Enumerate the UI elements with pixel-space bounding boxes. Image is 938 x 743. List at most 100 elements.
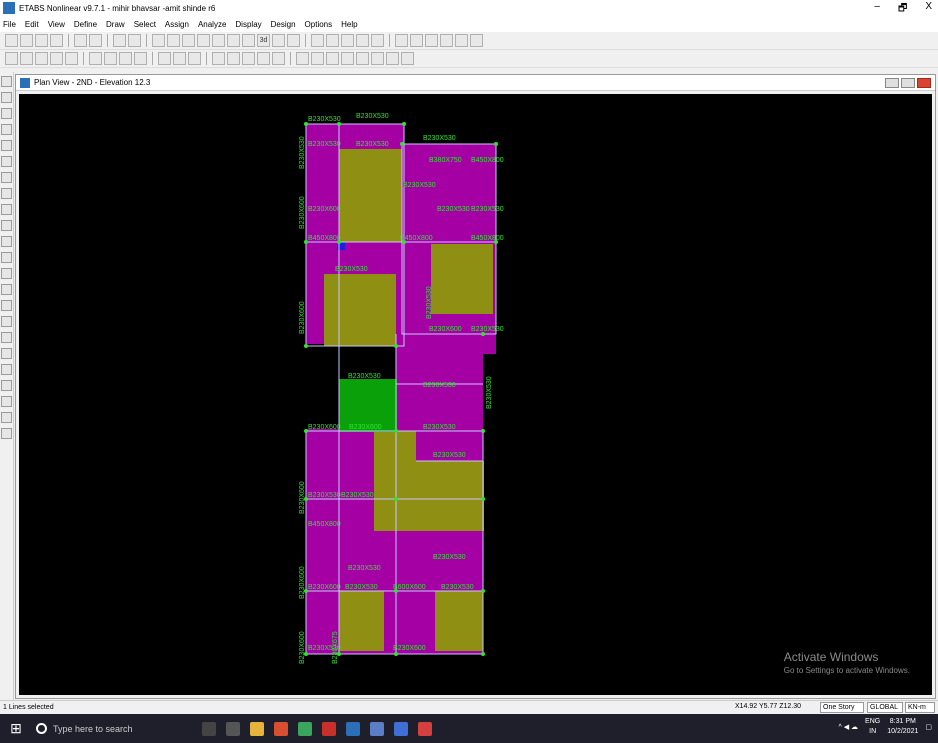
open-icon[interactable] [20, 34, 33, 47]
assign-shell-icon[interactable] [173, 52, 186, 65]
point-icon[interactable] [272, 52, 285, 65]
chrome-icon[interactable] [274, 721, 288, 736]
units-select[interactable]: KN-m [905, 702, 935, 713]
brace-icon[interactable] [410, 34, 423, 47]
word-icon[interactable] [394, 721, 408, 736]
windows-start-icon[interactable]: ⊞ [0, 714, 32, 743]
show-undeformed-icon[interactable] [5, 52, 18, 65]
taskbar-search[interactable]: Type here to search [32, 714, 172, 743]
column-icon[interactable] [440, 34, 453, 47]
menu-select[interactable]: Select [134, 20, 156, 29]
etabs-taskbar-icon[interactable] [346, 721, 360, 736]
menu-file[interactable]: File [3, 20, 16, 29]
app-icon[interactable] [370, 721, 384, 736]
draw-quad-area-icon[interactable] [1, 236, 12, 247]
area-icon[interactable] [242, 52, 255, 65]
draw-wall-icon[interactable] [1, 252, 12, 263]
clear-selection-icon[interactable] [119, 52, 132, 65]
draw-grid-icon[interactable] [1, 284, 12, 295]
plan-view-icon[interactable] [242, 34, 255, 47]
draw-point-icon[interactable] [1, 108, 12, 119]
menu-design[interactable]: Design [271, 20, 296, 29]
elevation-view-icon[interactable] [272, 34, 285, 47]
app-icon[interactable] [418, 721, 432, 736]
pointer-icon[interactable] [1, 76, 12, 87]
snap-parallel-icon[interactable] [1, 428, 12, 439]
section-designer-icon[interactable] [296, 52, 309, 65]
concrete-design-icon[interactable] [386, 52, 399, 65]
object-shrink-icon[interactable] [341, 34, 354, 47]
print-icon[interactable] [50, 34, 63, 47]
show-loads-icon[interactable] [20, 52, 33, 65]
file-explorer-icon[interactable] [250, 721, 264, 736]
menu-edit[interactable]: Edit [25, 20, 39, 29]
snap-joint-icon[interactable] [1, 316, 12, 327]
grid-icon[interactable] [227, 52, 240, 65]
draw-area-icon[interactable] [1, 204, 12, 215]
draw-beam-icon[interactable] [1, 140, 12, 151]
task-view-icon[interactable] [226, 721, 240, 736]
menu-options[interactable]: Options [305, 20, 333, 29]
menu-view[interactable]: View [48, 20, 65, 29]
move-up-icon[interactable] [311, 34, 324, 47]
frame-icon[interactable] [395, 34, 408, 47]
assign-frame-icon[interactable] [158, 52, 171, 65]
snap-perpendicular-icon[interactable] [1, 364, 12, 375]
reshape-icon[interactable] [1, 92, 12, 103]
check-model-icon[interactable] [311, 52, 324, 65]
show-forces-icon[interactable] [65, 52, 78, 65]
plan-restore-button[interactable] [901, 78, 915, 88]
help-pointer-icon[interactable] [401, 52, 414, 65]
zoom-window-icon[interactable] [167, 34, 180, 47]
draw-brace-icon[interactable] [1, 172, 12, 183]
menu-display[interactable]: Display [235, 20, 261, 29]
snap-intersection-icon[interactable] [1, 348, 12, 359]
acrobat-icon[interactable] [322, 721, 336, 736]
draw-rect-area-icon[interactable] [1, 220, 12, 231]
mic-icon[interactable] [202, 721, 216, 736]
menu-assign[interactable]: Assign [165, 20, 189, 29]
snap-midpoint-icon[interactable] [1, 332, 12, 343]
tray-icons[interactable]: ^ ◀ ☁ [838, 723, 858, 731]
draw-column-icon[interactable] [1, 156, 12, 167]
draw-dimension-icon[interactable] [1, 300, 12, 311]
intersect-select-icon[interactable] [134, 52, 147, 65]
clock[interactable]: 8:31 PM 10/2/2021 [887, 717, 918, 737]
3d-view-icon[interactable]: 3d [257, 34, 270, 47]
steel-design-icon[interactable] [371, 52, 384, 65]
wall-icon[interactable] [425, 34, 438, 47]
zoom-fit-icon[interactable] [212, 34, 225, 47]
show-deformed-icon[interactable] [35, 52, 48, 65]
menu-help[interactable]: Help [341, 20, 357, 29]
table-icon[interactable] [470, 34, 483, 47]
run-analysis-icon[interactable] [152, 34, 165, 47]
pan-icon[interactable] [227, 34, 240, 47]
snap-extension-icon[interactable] [1, 412, 12, 423]
show-mode-icon[interactable] [50, 52, 63, 65]
app-icon[interactable] [298, 721, 312, 736]
undo-icon[interactable] [74, 34, 87, 47]
new-model-icon[interactable] [5, 34, 18, 47]
run-design-icon[interactable] [326, 52, 339, 65]
notification-icon[interactable]: ▢ [925, 723, 932, 731]
save-icon[interactable] [35, 34, 48, 47]
menu-analyze[interactable]: Analyze [198, 20, 226, 29]
coordinate-system-select[interactable]: GLOBAL [867, 702, 903, 713]
design-icon[interactable] [455, 34, 468, 47]
story-mode-select[interactable]: One Story [820, 702, 864, 713]
zoom-out-icon[interactable] [197, 34, 210, 47]
select-all-icon[interactable] [89, 52, 102, 65]
move-down-icon[interactable] [326, 34, 339, 47]
output-tables-icon[interactable] [356, 52, 369, 65]
language-indicator[interactable]: ENG IN [865, 717, 880, 737]
section-cut-icon[interactable] [212, 52, 225, 65]
plan-minimize-button[interactable] [885, 78, 899, 88]
display-results-icon[interactable] [341, 52, 354, 65]
rotate-icon[interactable] [287, 34, 300, 47]
lock-icon[interactable] [128, 34, 141, 47]
draw-link-icon[interactable] [1, 188, 12, 199]
menu-draw[interactable]: Draw [106, 20, 125, 29]
percent-icon[interactable] [371, 34, 384, 47]
menu-define[interactable]: Define [74, 20, 97, 29]
plan-drawing[interactable]: B230X530 B230X530 B230X530 B230X530 B230… [19, 94, 932, 695]
